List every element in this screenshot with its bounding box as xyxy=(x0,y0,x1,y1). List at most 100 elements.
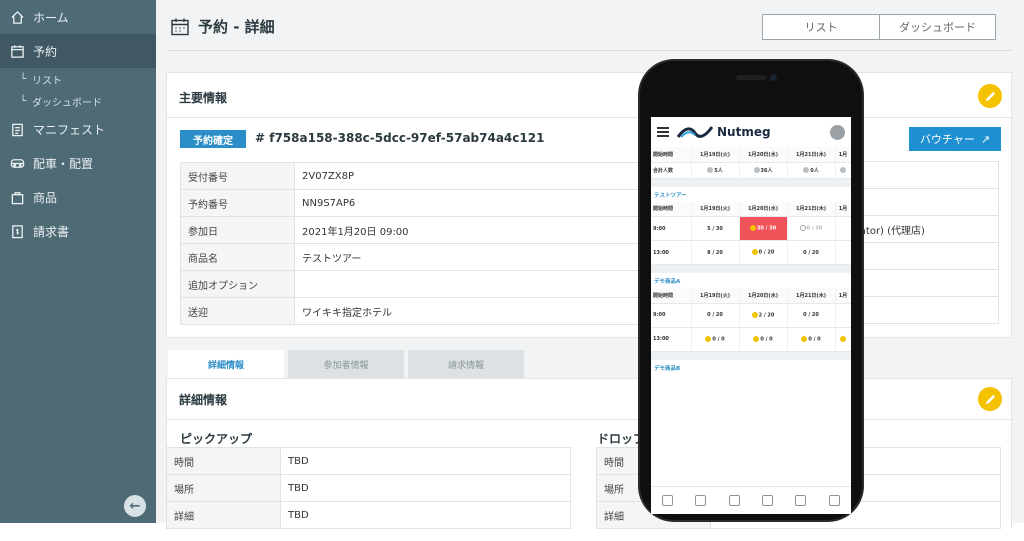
slot-cell[interactable] xyxy=(835,327,851,352)
external-link-icon: ↗ xyxy=(980,132,991,146)
pencil-icon xyxy=(985,394,995,404)
header-cell: 開始時間 xyxy=(651,147,692,163)
bag-icon xyxy=(10,190,25,205)
header: 予約 - 詳細 リスト ダッシュボード xyxy=(156,0,1024,52)
calendar-icon[interactable] xyxy=(695,495,707,506)
page-title: 予約 - 詳細 xyxy=(170,16,275,37)
slot-cell[interactable]: 0 / 0 xyxy=(739,327,788,352)
slot-cell[interactable]: 0 / 0 xyxy=(787,327,836,352)
phone-screen: Nutmeg 開始時間 1月19日(火) 1月20日(水) 1月21日(木) 1… xyxy=(651,117,851,514)
availability-table: 開始時間 1月19日(火) 1月20日(水) 1月21日(木) 1月 9:00 … xyxy=(651,288,851,352)
tab-participant-info[interactable]: 参加者情報 xyxy=(288,350,404,378)
row-value: TBD xyxy=(280,501,571,529)
row-key: 時間 xyxy=(166,447,281,475)
row-key: 詳細 xyxy=(166,501,281,529)
slot-cell[interactable]: 5 / 30 xyxy=(691,216,740,241)
menu-icon[interactable] xyxy=(657,127,669,137)
avatar[interactable] xyxy=(830,124,845,140)
bus-icon[interactable] xyxy=(762,495,774,506)
phone-mockup: Nutmeg 開始時間 1月19日(火) 1月20日(水) 1月21日(木) 1… xyxy=(640,61,862,520)
invoice-icon[interactable] xyxy=(828,495,840,506)
table-row: 時間 TBD xyxy=(166,447,571,475)
main-info-title: 主要情報 xyxy=(179,91,228,105)
slot-cell[interactable]: 0 / 20 xyxy=(691,303,740,328)
status-badge: 予約確定 xyxy=(180,130,246,148)
sub-prefix: └ xyxy=(20,95,27,107)
row-value xyxy=(294,270,695,298)
slot-cell[interactable]: 0 / 20 xyxy=(787,303,836,328)
sidebar-item-products[interactable]: 商品 xyxy=(0,180,156,214)
section-gap xyxy=(651,178,851,187)
slot-cell[interactable]: 8 / 20 xyxy=(691,240,740,265)
header-cell: 1月19日(火) xyxy=(691,288,740,304)
tab-billing-info[interactable]: 請求情報 xyxy=(408,350,524,378)
table-row: 13:00 8 / 20 0 / 20 0 / 20 xyxy=(651,240,851,265)
header-cell: 1月21日(木) xyxy=(787,288,836,304)
row-value: 2V07ZX8P xyxy=(294,162,695,190)
phone-camera xyxy=(770,74,777,81)
main-info-card: 主要情報 予約確定 # f758a158-388c-5dcc-97ef-57ab… xyxy=(166,72,1012,338)
slot-cell[interactable] xyxy=(835,303,851,328)
slot-cell[interactable]: 0 / 0 xyxy=(691,327,740,352)
row-value xyxy=(849,161,999,189)
row-label: 合計人数 xyxy=(651,162,692,179)
bag-icon[interactable] xyxy=(795,495,807,506)
section-title: デモ商品A xyxy=(654,279,681,285)
cell: 0人 xyxy=(787,162,836,179)
row-key: 場所 xyxy=(166,474,281,502)
availability-table: 開始時間 1月19日(火) 1月20日(水) 1月21日(木) 1月 9:00 … xyxy=(651,201,851,265)
clipboard-icon[interactable] xyxy=(728,495,740,506)
section-title: テストツアー xyxy=(654,192,687,199)
slot-cell[interactable] xyxy=(835,216,851,241)
divider xyxy=(167,419,1011,420)
slot-cell[interactable]: 0 / 20 xyxy=(787,240,836,265)
slot-cell[interactable]: 0 / 20 xyxy=(739,240,788,265)
header-cell: 1月20日(水) xyxy=(739,147,788,163)
row-key: 送迎 xyxy=(180,297,295,325)
agent-info-table: iator) (代理店) xyxy=(849,161,999,324)
time-cell: 13:00 xyxy=(651,240,692,265)
slot-cell[interactable]: 0 / 30 xyxy=(787,216,836,241)
table-row: 9:00 5 / 30 30 / 30 0 / 30 xyxy=(651,216,851,241)
section-title: デモ商品B xyxy=(654,365,681,372)
home-icon[interactable] xyxy=(662,495,674,506)
row-value: TBD xyxy=(280,447,571,475)
voucher-button[interactable]: バウチャー ↗ xyxy=(909,127,1001,151)
section-gap xyxy=(651,265,851,273)
table-row: 9:00 0 / 20 2 / 20 0 / 20 xyxy=(651,303,851,328)
row-value: 2021年1月20日 09:00 xyxy=(294,216,695,244)
row-value xyxy=(849,188,999,216)
slot-cell-full[interactable]: 30 / 30 xyxy=(739,216,788,241)
tab-dashboard[interactable]: ダッシュボード xyxy=(879,15,995,39)
sidebar-item-label: ホーム xyxy=(33,10,69,25)
header-cell: 1月21日(木) xyxy=(787,147,836,163)
collapse-sidebar-button[interactable]: ← xyxy=(124,495,146,517)
reservation-id: # f758a158-388c-5dcc-97ef-57ab74a4c121 xyxy=(255,131,545,145)
agent-value: iator) (代理店) xyxy=(849,215,999,243)
slot-cell[interactable]: 2 / 20 xyxy=(739,303,788,328)
sidebar-subitem-list[interactable]: └ リスト xyxy=(0,68,156,90)
time-cell: 9:00 xyxy=(651,216,692,241)
header-cell: 1月19日(火) xyxy=(691,201,740,217)
sidebar-item-reservation[interactable]: 予約 xyxy=(0,34,156,68)
table-row: 商品名 テストツアー xyxy=(180,243,695,271)
sidebar-item-invoice[interactable]: 請求書 xyxy=(0,214,156,248)
detail-card: 詳細情報 ピックアップ 時間 TBD 場所 TBD 詳細 TBD ドロップ 時間 場所… xyxy=(166,378,1012,529)
tab-list[interactable]: リスト xyxy=(763,15,879,39)
tab-detail-info[interactable]: 詳細情報 xyxy=(168,350,284,378)
sidebar-item-label: 請求書 xyxy=(33,224,70,239)
sidebar-item-manifest[interactable]: マニフェスト xyxy=(0,112,156,146)
arrow-left-icon: ← xyxy=(129,498,141,514)
sidebar-subitem-dashboard[interactable]: └ ダッシュボード xyxy=(0,90,156,112)
edit-main-info-button[interactable] xyxy=(978,84,1002,108)
table-row: 開始時間 1月19日(火) 1月20日(水) 1月21日(木) 1月 xyxy=(651,201,851,217)
header-cell: 1月 xyxy=(835,147,851,163)
nutmeg-logo-icon xyxy=(677,126,713,138)
header-cell: 1月20日(水) xyxy=(739,201,788,217)
sidebar-item-label: マニフェスト xyxy=(33,122,106,137)
sidebar-item-dispatch[interactable]: 配車・配置 xyxy=(0,146,156,180)
edit-detail-button[interactable] xyxy=(978,387,1002,411)
slot-cell[interactable] xyxy=(835,240,851,265)
sidebar-item-home[interactable]: ホーム xyxy=(0,0,156,34)
divider xyxy=(167,117,1011,118)
